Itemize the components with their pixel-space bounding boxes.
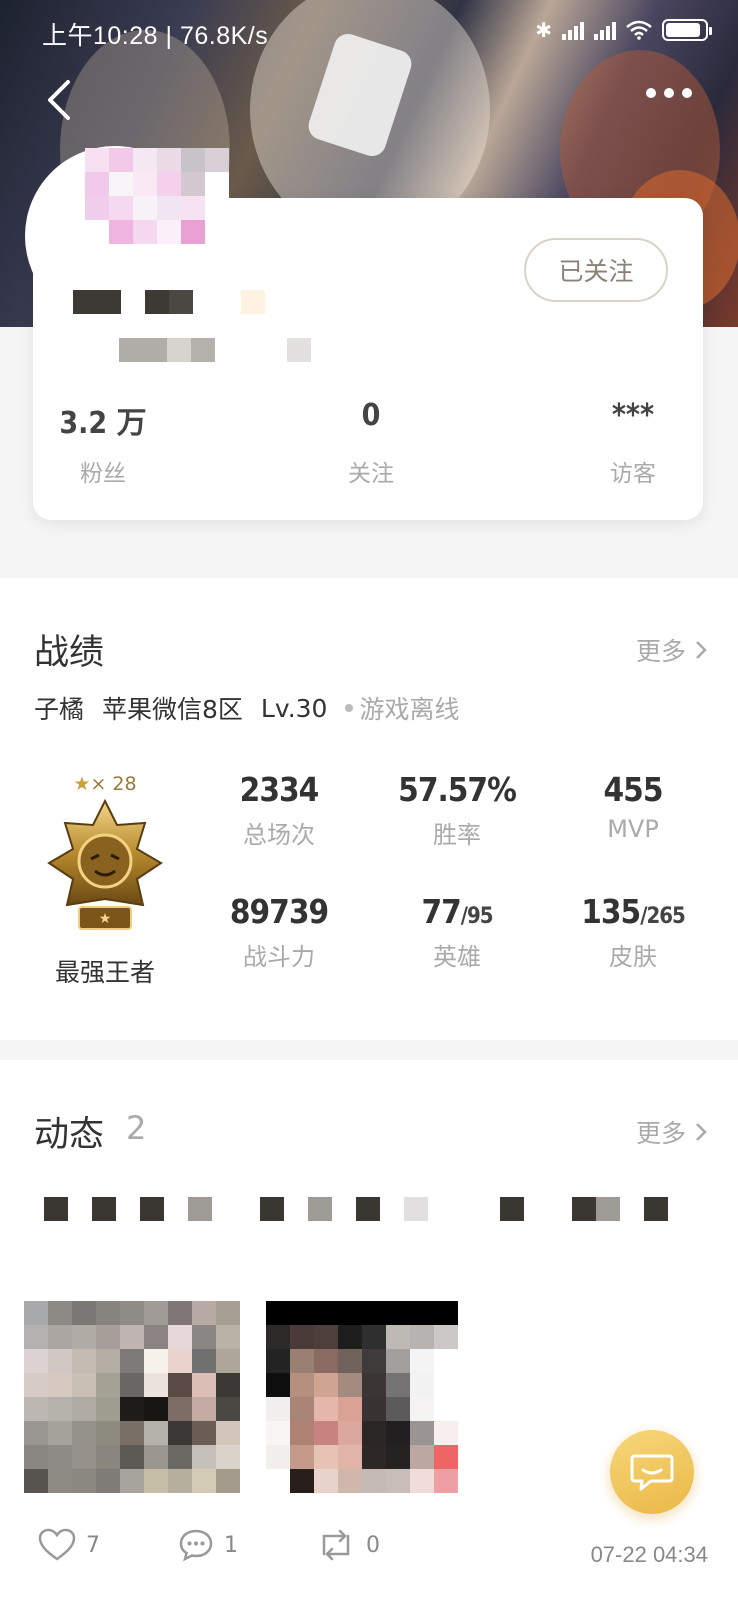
repost-button[interactable]: 0: [316, 1528, 380, 1562]
post-text-redacted[interactable]: [44, 1197, 692, 1221]
bluetooth-icon: ✱: [535, 18, 552, 42]
win-rate-value: 57.57%: [398, 770, 517, 809]
rank-name: 最强王者: [54, 958, 155, 987]
total-games-stat: 2334 总场次: [204, 770, 354, 850]
chevron-right-icon: [696, 1123, 707, 1141]
following-stat[interactable]: 0 关注: [311, 398, 431, 488]
wifi-icon: [626, 20, 652, 40]
chevron-right-icon: [696, 641, 707, 659]
combat-power-stat: 89739 战斗力: [204, 892, 354, 972]
mvp-label: MVP: [607, 815, 659, 843]
fans-count: 3.2 万: [59, 406, 147, 441]
king-rank-emblem-icon: ★: [47, 798, 163, 930]
total-games-label: 总场次: [243, 821, 315, 849]
signature-redacted: [119, 338, 335, 362]
heroes-label: 英雄: [433, 943, 481, 971]
record-title: 战绩: [34, 633, 105, 673]
skins-value: 135/265: [581, 892, 686, 931]
username-redacted: [73, 290, 265, 314]
mvp-stat: 455 MVP: [558, 770, 708, 843]
post-actions: 7 1 0: [38, 1528, 458, 1562]
feed-more-link[interactable]: 更多: [636, 1114, 708, 1150]
repost-icon: [322, 1529, 350, 1561]
role-level: Lv.30: [260, 693, 328, 723]
comment-count: 1: [224, 1532, 238, 1558]
status-time: 上午10:28 | 76.8K/s: [42, 22, 269, 50]
status-bar: 上午10:28 | 76.8K/s ✱: [0, 0, 738, 60]
like-button[interactable]: 7: [38, 1528, 100, 1562]
mvp-value: 455: [603, 770, 664, 809]
fans-label: 粉丝: [80, 461, 126, 487]
record-more-link[interactable]: 更多: [636, 632, 708, 668]
online-status: 游戏离线: [345, 690, 459, 726]
combat-power-label: 战斗力: [243, 943, 315, 971]
follow-button[interactable]: 已关注: [524, 238, 668, 302]
post-timestamp: 07-22 04:34: [590, 1542, 708, 1567]
record-section: 战绩 更多 子橘 苹果微信8区 Lv.30 游戏离线 ★× 28 ★ 最强王者 …: [0, 578, 738, 1040]
feed-title: 动态: [34, 1115, 105, 1155]
win-rate-stat: 57.57% 胜率: [382, 770, 532, 850]
post-image[interactable]: [266, 1301, 458, 1493]
skins-stat[interactable]: 135/265 皮肤: [558, 892, 708, 972]
server-name: 苹果微信8区: [102, 695, 243, 724]
battery-icon: [662, 19, 712, 41]
visitors-label: 访客: [610, 461, 656, 487]
feed-section: 动态 2 更多 7 1 0 07-22 04:34: [0, 1060, 738, 1600]
chat-bubble-icon: [630, 1454, 674, 1491]
profile-card: 已关注 3.2 万 粉丝 0 关注 *** 访客: [25, 146, 703, 520]
skins-label: 皮肤: [609, 943, 657, 971]
chat-fab[interactable]: [610, 1430, 694, 1514]
heroes-value: 77/95: [421, 892, 493, 931]
post-image[interactable]: [24, 1301, 240, 1493]
svg-text:★: ★: [99, 911, 112, 927]
role-info: 子橘 苹果微信8区 Lv.30 游戏离线: [34, 690, 459, 726]
repost-count: 0: [366, 1532, 380, 1558]
heart-icon: [38, 1528, 76, 1561]
feed-count: 2: [126, 1109, 147, 1147]
visitors-stat[interactable]: *** 访客: [573, 398, 693, 488]
following-label: 关注: [348, 461, 394, 487]
following-count: 0: [361, 398, 381, 433]
like-count: 7: [86, 1532, 100, 1558]
star-icon: ★: [73, 773, 91, 795]
rank-stars: ★× 28: [73, 773, 137, 795]
back-arrow-icon[interactable]: [40, 78, 80, 122]
signal-icon: [562, 20, 584, 40]
role-name: 子橘: [34, 695, 85, 724]
combat-power-value: 89739: [229, 892, 329, 931]
fans-stat[interactable]: 3.2 万 粉丝: [43, 398, 163, 488]
rank-badge[interactable]: ★× 28 ★ 最强王者: [40, 773, 170, 989]
comment-icon: [179, 1529, 213, 1562]
comment-button[interactable]: 1: [178, 1528, 238, 1562]
total-games-value: 2334: [239, 770, 320, 809]
win-rate-label: 胜率: [433, 821, 481, 849]
signal-icon: [594, 20, 616, 40]
heroes-stat[interactable]: 77/95 英雄: [382, 892, 532, 972]
visitors-count: ***: [611, 398, 655, 433]
more-dots-icon[interactable]: [646, 88, 692, 98]
